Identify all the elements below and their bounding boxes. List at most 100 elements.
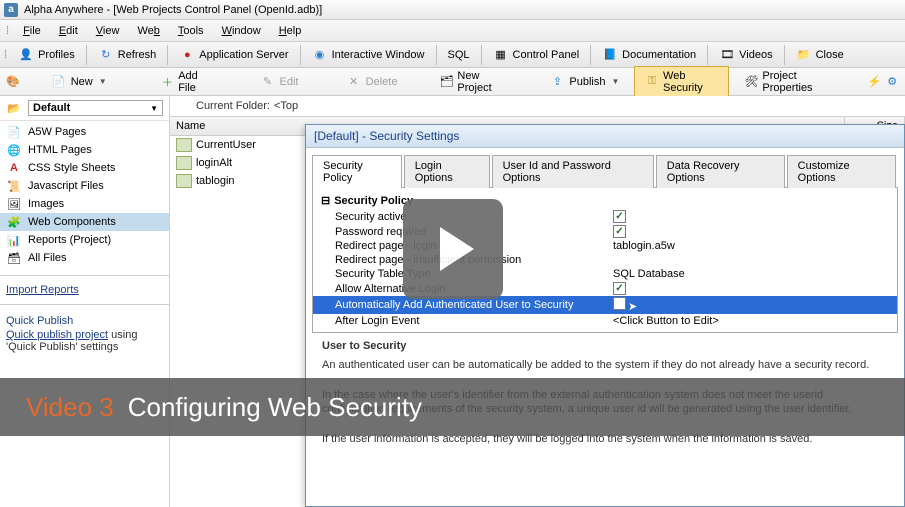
prop-allow-alt-login[interactable]: Allow Alternative Login✓ <box>313 281 897 296</box>
new-icon: 📄 <box>51 74 67 90</box>
profiles-button[interactable]: 👤Profiles <box>9 44 84 66</box>
plus-icon: ＋ <box>161 74 175 90</box>
tab-customize[interactable]: Customize Options <box>787 155 896 188</box>
menu-help[interactable]: Help <box>271 23 310 39</box>
add-file-button[interactable]: ＋Add File <box>150 66 224 98</box>
category-css[interactable]: ACSS Style Sheets <box>0 159 169 177</box>
category-web-components[interactable]: 🧩Web Components <box>0 213 169 231</box>
category-html-pages[interactable]: 🌐HTML Pages <box>0 141 169 159</box>
interactive-window-button[interactable]: ◉Interactive Window <box>303 44 434 66</box>
new-project-button[interactable]: 🗂New Project <box>428 66 518 98</box>
film-icon: 🎞 <box>719 47 735 63</box>
current-folder-value: <Top <box>274 100 298 112</box>
quick-publish-desc: Quick publish project using 'Quick Publi… <box>0 329 169 353</box>
component-file-icon <box>176 174 192 188</box>
prop-redirect-login[interactable]: Redirect page - logintablogin.a5w <box>313 239 897 253</box>
chevron-down-icon: ▼ <box>99 77 107 86</box>
publish-button[interactable]: ⇪Publish▼ <box>538 70 630 94</box>
script-icon: 📜 <box>6 179 22 193</box>
palette-icon[interactable]: 🎨 <box>6 74 20 90</box>
category-reports[interactable]: 📊Reports (Project) <box>0 231 169 249</box>
documentation-button[interactable]: 📘Documentation <box>593 44 705 66</box>
checkbox-icon[interactable] <box>613 297 626 310</box>
property-grid: ⊟ Security Policy Security active✓ Passwo… <box>312 188 898 333</box>
project-properties-button[interactable]: 🛠Project Properties <box>733 66 847 98</box>
menu-web[interactable]: Web <box>129 23 167 39</box>
component-icon: 🧩 <box>6 215 22 229</box>
primary-toolbar: ⁞ 👤Profiles ↻Refresh ●Application Server… <box>0 42 905 68</box>
category-all-files[interactable]: 🗃All Files <box>0 249 169 267</box>
checkbox-icon[interactable]: ✓ <box>613 282 626 295</box>
prop-security-table-type[interactable]: Security Table TypeSQL Database <box>313 267 897 281</box>
refresh-button[interactable]: ↻Refresh <box>89 44 166 66</box>
chevron-down-icon: ▼ <box>150 104 158 113</box>
lightning-icon[interactable]: ⚡ <box>868 74 882 90</box>
desc-p1: An authenticated user can be automatical… <box>322 358 888 373</box>
collapse-icon[interactable]: ⊟ <box>321 194 330 207</box>
cursor-icon: ➤ <box>628 301 637 313</box>
folder-combo-value: Default <box>33 102 70 114</box>
toolbar-handle-icon[interactable]: ⁞ <box>2 49 9 61</box>
panel-icon: ▦ <box>493 47 509 63</box>
left-sidebar: 📂 Default ▼ 📄A5W Pages 🌐HTML Pages ACSS … <box>0 96 170 507</box>
refresh-icon: ↻ <box>98 47 114 63</box>
prop-password-required[interactable]: Password required✓ <box>313 224 897 239</box>
window-titlebar: a Alpha Anywhere - [Web Projects Control… <box>0 0 905 20</box>
pencil-icon: ✎ <box>260 74 276 90</box>
control-panel-button[interactable]: ▦Control Panel <box>484 44 589 66</box>
menubar-handle-icon[interactable]: ⁞ <box>6 25 9 37</box>
menu-view[interactable]: View <box>88 23 128 39</box>
menu-file[interactable]: File <box>15 23 49 39</box>
folder-close-icon: 📁 <box>796 47 812 63</box>
videos-button[interactable]: 🎞Videos <box>710 44 781 66</box>
chevron-down-icon: ▼ <box>611 77 619 86</box>
menu-window[interactable]: Window <box>214 23 269 39</box>
security-window-title: [Default] - Security Settings <box>306 125 904 148</box>
menu-edit[interactable]: Edit <box>51 23 86 39</box>
caption-text: Configuring Web Security <box>128 392 422 423</box>
sql-button[interactable]: SQL <box>439 46 479 64</box>
gear-icon[interactable]: ⚙ <box>885 74 899 90</box>
tab-security-policy[interactable]: Security Policy <box>312 155 402 188</box>
prop-auto-add-user[interactable]: Automatically Add Authenticated User to … <box>313 296 897 314</box>
current-folder-label: Current Folder: <box>196 100 270 112</box>
import-reports-link[interactable]: Import Reports <box>0 282 169 298</box>
page-icon: 📄 <box>6 125 22 139</box>
folder-open-icon: 📂 <box>6 100 22 116</box>
category-images[interactable]: 🖼Images <box>0 195 169 213</box>
html-icon: 🌐 <box>6 143 22 157</box>
app-server-button[interactable]: ●Application Server <box>170 44 297 66</box>
secondary-toolbar: 🎨 📄New▼ ＋Add File ✎Edit ✕Delete 🗂New Pro… <box>0 68 905 96</box>
prop-after-login-event[interactable]: After Login Event<Click Button to Edit> <box>313 314 897 328</box>
play-button[interactable] <box>403 199 503 299</box>
quick-publish-link[interactable]: Quick publish project <box>6 329 108 341</box>
prop-security-active[interactable]: Security active✓ <box>313 209 897 224</box>
category-a5w-pages[interactable]: 📄A5W Pages <box>0 123 169 141</box>
prop-redirect-insufficient[interactable]: Redirect page - insufficient permission <box>313 253 897 267</box>
delete-button[interactable]: ✕Delete <box>335 70 409 94</box>
section-title: Security Policy <box>334 195 413 207</box>
caption-prefix: Video 3 <box>26 392 114 423</box>
component-file-icon <box>176 138 192 152</box>
checkbox-icon[interactable]: ✓ <box>613 210 626 223</box>
tab-userid-password[interactable]: User Id and Password Options <box>492 155 654 188</box>
web-security-button[interactable]: ⚿Web Security <box>634 66 729 98</box>
menu-tools[interactable]: Tools <box>170 23 212 39</box>
new-button[interactable]: 📄New▼ <box>40 70 118 94</box>
x-icon: ✕ <box>346 74 362 90</box>
category-list: 📄A5W Pages 🌐HTML Pages ACSS Style Sheets… <box>0 121 169 269</box>
component-file-icon <box>176 156 192 170</box>
tab-login-options[interactable]: Login Options <box>404 155 490 188</box>
project-icon: 🗂 <box>439 74 453 90</box>
close-button[interactable]: 📁Close <box>787 44 853 66</box>
edit-button[interactable]: ✎Edit <box>249 70 310 94</box>
folder-combo[interactable]: Default ▼ <box>28 100 163 116</box>
checkbox-icon[interactable]: ✓ <box>613 225 626 238</box>
menubar: ⁞ File Edit View Web Tools Window Help <box>0 20 905 42</box>
video-caption: Video 3 Configuring Web Security <box>0 378 905 436</box>
record-icon: ● <box>179 47 195 63</box>
category-js[interactable]: 📜Javascript Files <box>0 177 169 195</box>
globe-icon: ◉ <box>312 47 328 63</box>
tab-data-recovery[interactable]: Data Recovery Options <box>656 155 785 188</box>
app-icon: a <box>4 3 18 17</box>
